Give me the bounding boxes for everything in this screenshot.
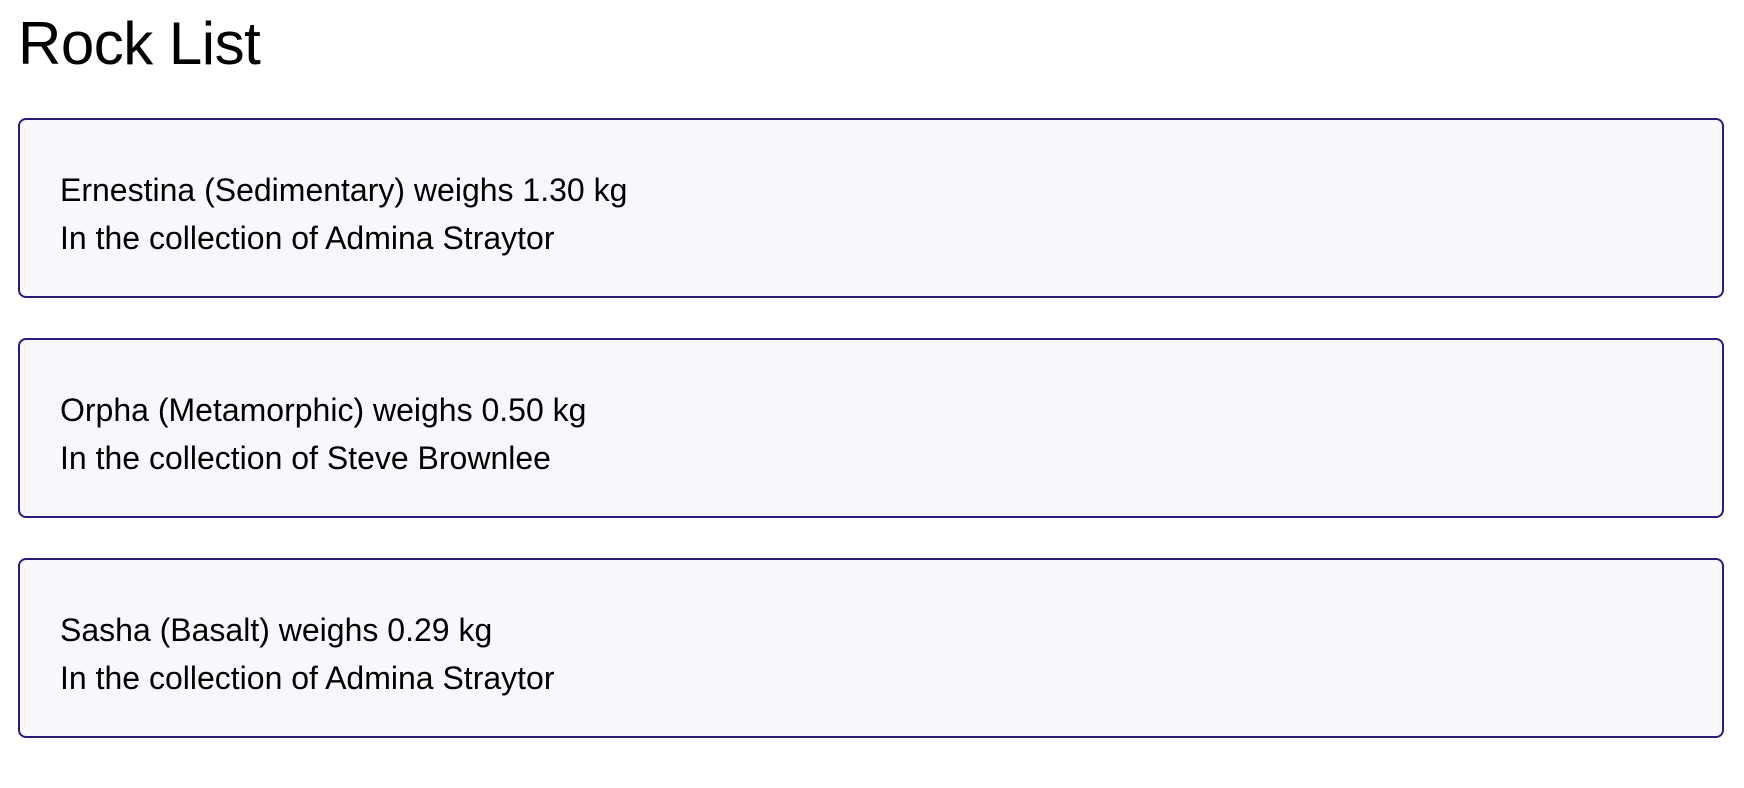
page-title: Rock List: [18, 10, 261, 77]
rock-collection: In the collection of Admina Straytor: [60, 220, 555, 256]
rock-summary: Sasha (Basalt) weighs 0.29 kg: [60, 612, 493, 648]
rock-collection: In the collection of Steve Brownlee: [60, 440, 551, 476]
rock-summary: Orpha (Metamorphic) weighs 0.50 kg: [60, 392, 587, 428]
rock-card: Orpha (Metamorphic) weighs 0.50 kg In th…: [18, 338, 1724, 518]
rock-list: Ernestina (Sedimentary) weighs 1.30 kg I…: [18, 118, 1726, 738]
rock-card: Sasha (Basalt) weighs 0.29 kg In the col…: [18, 558, 1724, 738]
rock-collection: In the collection of Admina Straytor: [60, 660, 555, 696]
rock-summary: Ernestina (Sedimentary) weighs 1.30 kg: [60, 172, 628, 208]
page: Rock List Ernestina (Sedimentary) weighs…: [0, 0, 1744, 738]
rock-card: Ernestina (Sedimentary) weighs 1.30 kg I…: [18, 118, 1724, 298]
